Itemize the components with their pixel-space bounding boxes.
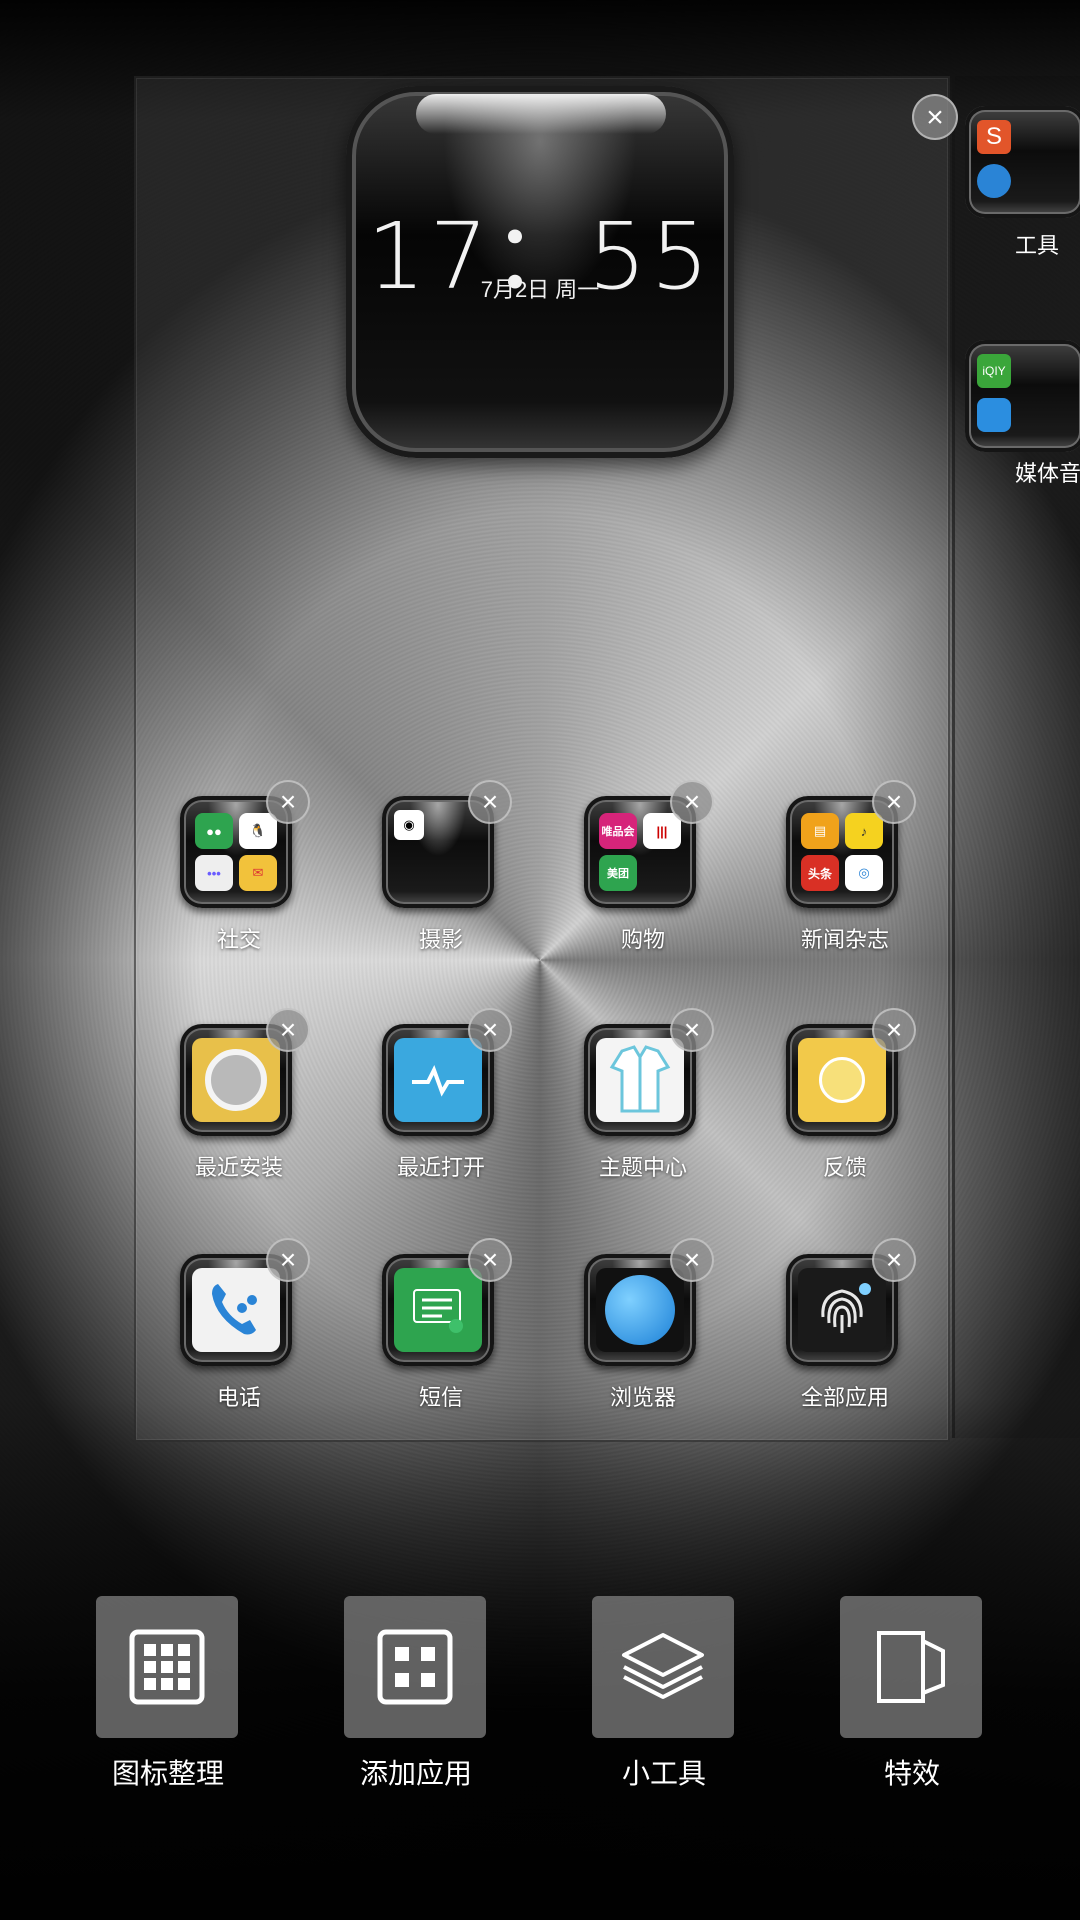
iqiyi-icon: iQIY <box>977 354 1011 388</box>
app-label: 最近安装 <box>194 1155 283 1180</box>
app-label: 新闻杂志 <box>800 927 889 952</box>
add-app-grid-icon <box>344 1596 486 1738</box>
chat-icon: ••• <box>195 855 233 891</box>
app-label: 主题中心 <box>598 1155 687 1180</box>
news-icon: ◎ <box>845 855 883 891</box>
sogou-icon: S <box>977 120 1011 154</box>
app-label: 浏览器 <box>609 1385 676 1410</box>
remove-close-icon[interactable]: × <box>872 1238 916 1282</box>
folder-tools-label: 工具 <box>1015 233 1060 258</box>
remove-close-icon[interactable]: × <box>670 1238 714 1282</box>
effects-label: 特效 <box>883 1758 940 1789</box>
arrange-icons-label: 图标整理 <box>111 1758 224 1789</box>
app-messages[interactable]: 短信 × <box>356 1238 536 1454</box>
folder-media[interactable]: iQIY <box>965 340 1080 452</box>
fingerprint-icon <box>821 1283 871 1333</box>
app-label: 全部应用 <box>800 1385 889 1410</box>
book-icon: ▤ <box>801 813 839 849</box>
barcode-icon: ||| <box>643 813 681 849</box>
folder-tools[interactable]: S <box>965 106 1080 218</box>
widgets-label: 小工具 <box>621 1758 706 1789</box>
page-flip-icon <box>840 1596 982 1738</box>
message-icon <box>413 1289 463 1333</box>
qq-icon: 🐧 <box>239 813 277 849</box>
remove-close-icon[interactable]: × <box>670 1008 714 1052</box>
activity-icon <box>412 1064 464 1097</box>
empty-slot <box>643 855 681 891</box>
browser-globe-icon <box>605 1275 675 1345</box>
app-theme-center[interactable]: 主题中心 × <box>558 1008 738 1224</box>
remove-close-icon[interactable]: × <box>468 780 512 824</box>
grid-icon <box>96 1596 238 1738</box>
meituan-icon: 美团 <box>599 855 637 891</box>
folder-media-label: 媒体音 <box>1015 461 1080 486</box>
remove-close-icon[interactable]: × <box>266 1238 310 1282</box>
remove-close-icon[interactable]: × <box>670 780 714 824</box>
toutiao-icon: 头条 <box>801 855 839 891</box>
clock-widget[interactable]: 17：55 7月2日 周一 <box>346 86 734 458</box>
app-recently-opened[interactable]: 最近打开 × <box>356 1008 536 1224</box>
recorder-icon <box>977 398 1011 432</box>
remove-close-icon[interactable]: × <box>872 1008 916 1052</box>
app-label: 反馈 <box>822 1155 867 1180</box>
mail-icon: ✉ <box>239 855 277 891</box>
app-all-apps[interactable]: 全部应用 × <box>760 1238 940 1454</box>
vpn-icon <box>977 164 1011 198</box>
next-page-preview[interactable]: S 工具 iQIY 媒体音 <box>952 76 1080 1438</box>
music-icon: ♪ <box>845 813 883 849</box>
recent-install-icon <box>205 1049 267 1111</box>
feedback-person-icon <box>819 1057 865 1103</box>
add-app-button[interactable]: 添加应用 <box>316 1596 516 1796</box>
app-label: 购物 <box>620 927 665 952</box>
widgets-button[interactable]: 小工具 <box>564 1596 764 1796</box>
vipshop-icon: 唯品会 <box>599 813 637 849</box>
layers-icon <box>592 1596 734 1738</box>
add-app-label: 添加应用 <box>359 1758 472 1789</box>
remove-close-icon[interactable]: × <box>266 780 310 824</box>
arrange-icons-button[interactable]: 图标整理 <box>68 1596 268 1796</box>
phone-icon <box>212 1284 257 1335</box>
wechat-icon: ●● <box>195 813 233 849</box>
folder-news[interactable]: ▤ ♪ 头条 ◎ 新闻杂志 × <box>760 780 940 996</box>
app-label: 摄影 <box>418 927 463 952</box>
folder-shopping[interactable]: 唯品会 ||| 美团 购物 × <box>558 780 738 996</box>
app-feedback[interactable]: 反馈 × <box>760 1008 940 1224</box>
app-label: 电话 <box>216 1385 261 1410</box>
app-label: 短信 <box>418 1385 463 1410</box>
remove-close-icon[interactable]: × <box>872 780 916 824</box>
app-recently-installed[interactable]: 最近安装 × <box>154 1008 334 1224</box>
shirt-icon <box>609 1045 671 1113</box>
remove-close-icon[interactable]: × <box>468 1238 512 1282</box>
remove-close-icon[interactable]: × <box>266 1008 310 1052</box>
camera-icon: ◉ <box>394 810 424 840</box>
app-phone[interactable]: 电话 × <box>154 1238 334 1454</box>
app-label: 社交 <box>216 927 261 952</box>
clock-date: 7月2日 周一 <box>480 277 600 302</box>
remove-widget-close-icon[interactable]: × <box>912 94 958 140</box>
effects-button[interactable]: 特效 <box>812 1596 1012 1796</box>
folder-photography[interactable]: ◉ 摄影 × <box>356 780 536 996</box>
folder-social[interactable]: ●● 🐧 ••• ✉ 社交 × <box>154 780 334 996</box>
app-browser[interactable]: 浏览器 × <box>558 1238 738 1454</box>
app-label: 最近打开 <box>396 1155 485 1180</box>
remove-close-icon[interactable]: × <box>468 1008 512 1052</box>
